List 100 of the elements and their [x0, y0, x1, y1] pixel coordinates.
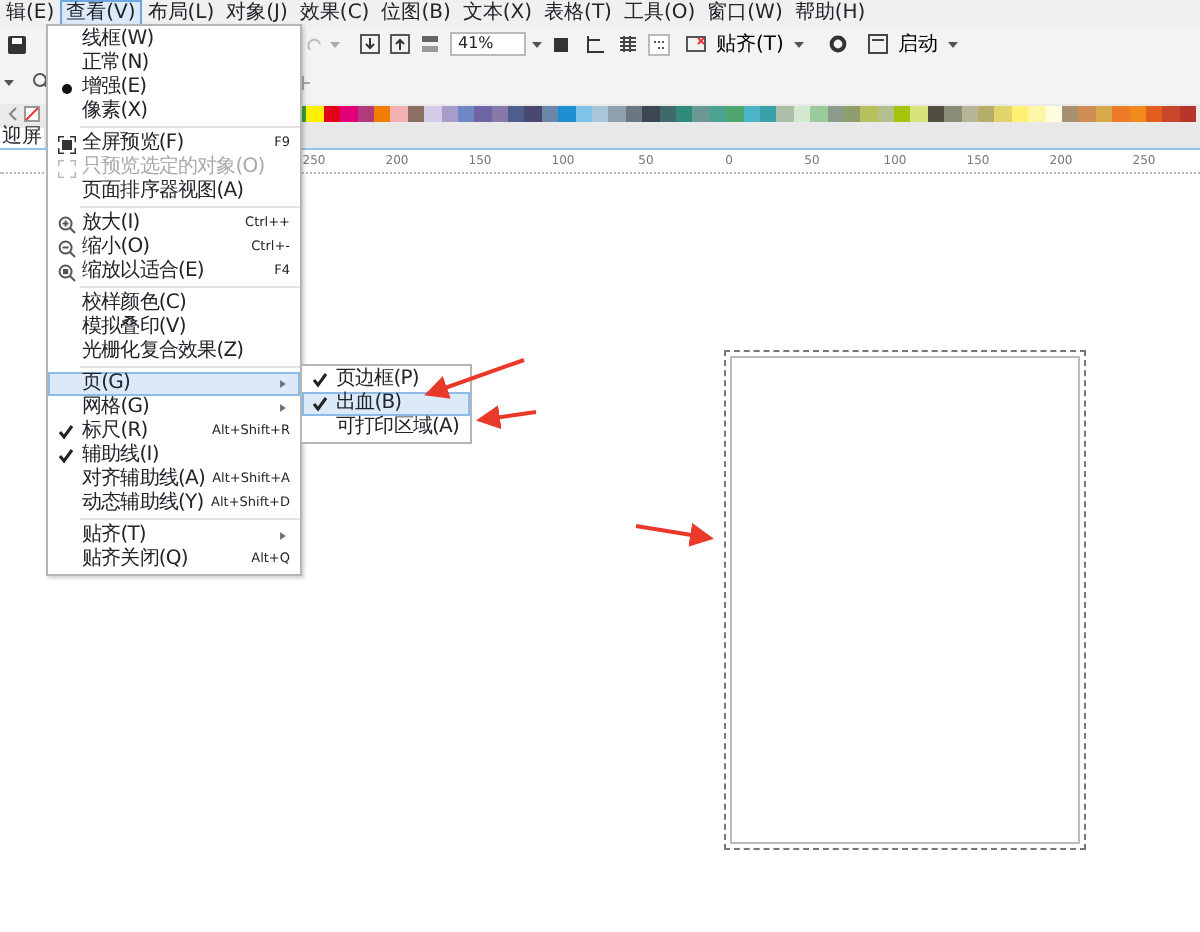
menu-label: 出血(B) — [336, 394, 404, 414]
color-swatch[interactable] — [340, 106, 358, 122]
menu-item[interactable]: 窗口(W) — [701, 0, 789, 28]
menu-item[interactable]: 出血(B) — [302, 392, 470, 416]
menu-label: 模拟叠印(V) — [82, 318, 188, 338]
color-swatch[interactable] — [944, 106, 962, 122]
color-swatch[interactable] — [474, 106, 492, 122]
menu-label: 增强(E) — [82, 78, 149, 98]
arrow — [476, 405, 537, 430]
menu-label: 缩小(O) — [82, 238, 152, 258]
color-swatch[interactable] — [894, 106, 911, 122]
menu-item[interactable]: 光栅化复合效果(Z) — [48, 340, 300, 364]
import-icon[interactable] — [360, 34, 380, 54]
menu-item[interactable]: 位图(B) — [375, 0, 457, 28]
color-swatch[interactable] — [1112, 106, 1130, 122]
menu-item[interactable]: 对象(J) — [220, 0, 294, 28]
save-icon[interactable] — [8, 35, 26, 53]
color-swatch[interactable] — [424, 106, 442, 122]
menu-item[interactable]: 效果(C) — [293, 0, 376, 28]
color-swatch[interactable] — [558, 106, 576, 122]
menu-item[interactable]: 模拟叠印(V) — [48, 316, 300, 340]
color-swatch[interactable] — [306, 106, 324, 122]
color-swatch[interactable] — [726, 106, 744, 122]
menu-label: 辅助线(I) — [82, 446, 161, 466]
color-swatch[interactable] — [692, 106, 710, 122]
color-swatch[interactable] — [390, 106, 408, 122]
menu-label: 放大(I) — [82, 214, 142, 234]
color-swatch[interactable] — [642, 106, 660, 122]
menu-item[interactable]: 辑(E) — [0, 0, 61, 28]
menu-item[interactable]: 正常(N) — [48, 52, 300, 76]
dropdown-caret-icon[interactable] — [793, 41, 804, 47]
menu-item[interactable]: 布局(L) — [141, 0, 221, 28]
menu-label: 页(G) — [82, 374, 132, 394]
fullscreen-icon[interactable] — [552, 35, 570, 53]
menu-item[interactable]: 校样颜色(C) — [48, 292, 300, 316]
menu-item[interactable]: 页(G) — [48, 372, 300, 396]
color-swatch[interactable] — [860, 106, 878, 122]
color-swatch[interactable] — [1028, 106, 1046, 122]
menu-label: 页面排序器视图(A) — [82, 182, 246, 202]
no-color-swatch-icon[interactable] — [24, 106, 40, 122]
export-icon[interactable] — [390, 34, 410, 54]
menu-item[interactable]: 可打印区域(A) — [302, 416, 470, 440]
menu-label: 只预览选定的对象(O) — [82, 158, 267, 178]
color-swatch[interactable] — [524, 106, 542, 122]
zoom-fit-icon — [57, 263, 75, 281]
settings-icon[interactable] — [827, 34, 848, 54]
arrow — [635, 522, 714, 547]
menu-label: 动态辅助线(Y) — [82, 494, 206, 514]
page-layout-icon[interactable] — [586, 34, 606, 54]
color-swatch[interactable] — [810, 106, 827, 122]
menu-label: 可打印区域(A) — [336, 418, 461, 438]
document-tab[interactable]: 迎屏 — [0, 128, 44, 148]
plus-icon[interactable] — [296, 75, 310, 89]
color-swatch[interactable] — [508, 106, 525, 122]
zoom-in-icon — [57, 215, 75, 233]
menu-item[interactable]: 页边框(P) — [302, 368, 470, 392]
zoom-out-icon — [57, 239, 75, 257]
menu-item[interactable]: 工具(O) — [617, 0, 702, 28]
menu-label: 标尺(R) — [82, 422, 150, 442]
color-swatch[interactable] — [1078, 106, 1096, 122]
launch-dropdown[interactable]: 启动 — [893, 33, 942, 55]
window-icon[interactable] — [867, 34, 888, 54]
guidelines-icon[interactable] — [648, 33, 670, 55]
snap-dropdown[interactable]: 贴齐(T) — [712, 33, 788, 55]
color-swatch[interactable] — [592, 106, 609, 122]
chevron-left-icon[interactable] — [8, 106, 18, 122]
redo-icon[interactable] — [306, 35, 324, 53]
menu-item[interactable]: 增强(E) — [48, 76, 300, 100]
submenu-arrow-icon — [280, 404, 286, 412]
menu-item[interactable]: 线框(W) — [48, 28, 300, 52]
color-swatch[interactable] — [608, 106, 626, 122]
grid-icon[interactable] — [618, 34, 638, 54]
menu-label: 校样颜色(C) — [82, 294, 188, 314]
color-swatch[interactable] — [994, 106, 1012, 122]
menu-item[interactable]: 表格(T) — [538, 0, 618, 28]
menu-item[interactable]: 网格(G) — [48, 396, 300, 420]
dropdown-caret-icon[interactable] — [947, 41, 958, 47]
zoom-field[interactable]: 41% — [450, 32, 526, 56]
menu-label: 贴齐(T) — [82, 526, 148, 546]
dropdown-caret-icon[interactable] — [532, 41, 542, 47]
menu-label: 页边框(P) — [336, 370, 421, 390]
menu-item[interactable]: 贴齐(T) — [48, 524, 300, 548]
color-swatch[interactable] — [978, 106, 995, 122]
menu-item[interactable]: 辅助线(I) — [48, 444, 300, 468]
dropdown-caret-icon[interactable] — [4, 79, 14, 85]
menu-item[interactable]: 文本(X) — [456, 0, 539, 28]
submenu-arrow-icon — [280, 532, 286, 540]
menu-label: 网格(G) — [82, 398, 152, 418]
menu-item[interactable]: 页面排序器视图(A) — [48, 180, 300, 204]
menu-label: 线框(W) — [82, 30, 156, 50]
menu-label: 对齐辅助线(A) — [82, 470, 207, 490]
color-swatch[interactable] — [1162, 106, 1180, 122]
menu-label: 正常(N) — [82, 54, 151, 74]
color-swatch[interactable] — [776, 106, 794, 122]
submenu-arrow-icon — [280, 380, 286, 388]
color-swatch[interactable] — [910, 106, 928, 122]
menu-label: 全屏预览(F) — [82, 134, 186, 154]
menu-label: 像素(X) — [82, 102, 150, 122]
snap-icon[interactable] — [686, 34, 706, 54]
menu-item[interactable]: 帮助(H) — [788, 0, 872, 28]
